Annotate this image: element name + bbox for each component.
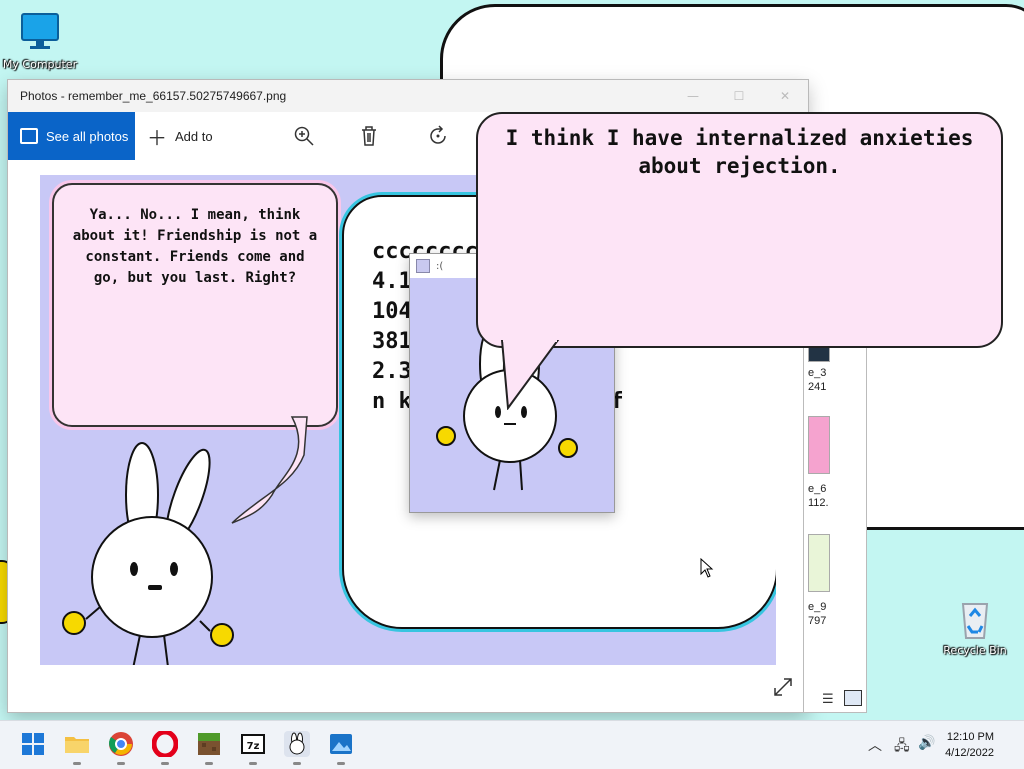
monitor-icon <box>21 13 59 49</box>
rejection-speech-text: I think I have internalized anxieties ab… <box>505 126 974 178</box>
see-all-photos-label: See all photos <box>46 128 129 144</box>
left-speech-bubble: Ya... No... I mean, think about it! Frie… <box>52 183 338 427</box>
maximize-icon[interactable]: ☐ <box>716 89 762 103</box>
rejection-speech-bubble: I think I have internalized anxieties ab… <box>476 112 1003 348</box>
title-bar[interactable]: Photos - remember_me_66157.50275749667.p… <box>8 80 808 112</box>
clock-time: 12:10 PM <box>946 731 994 743</box>
recycle-bin-icon <box>961 603 989 639</box>
file-explorer-window[interactable]: e_3 241 e_6 112. e_9 797 ☰ <box>804 344 866 712</box>
rotate-button[interactable] <box>427 125 449 147</box>
taskbar-opera[interactable] <box>151 729 179 765</box>
photo-gallery-icon <box>20 128 38 144</box>
desktop-icon-recycle-bin[interactable]: Recycle Bin <box>933 596 1017 657</box>
desktop-icon-label: Recycle Bin <box>943 644 1007 657</box>
window-title: Photos - remember_me_66157.50275749667.p… <box>20 89 287 103</box>
minecraft-icon <box>198 733 220 755</box>
desktop-icon-my-computer[interactable]: My Computer <box>0 10 82 71</box>
rotate-icon <box>429 125 446 144</box>
taskbar-photos[interactable] <box>328 731 354 765</box>
file-thumbnail[interactable] <box>808 416 830 474</box>
7zip-icon: 7z <box>241 734 265 754</box>
taskbar-chrome[interactable] <box>108 731 134 765</box>
network-icon[interactable]: 🖧 <box>894 735 910 759</box>
bunny-character <box>62 442 234 665</box>
delete-button[interactable] <box>359 125 379 147</box>
taskbar-7zip[interactable]: 7z <box>240 731 266 765</box>
file-label[interactable]: e_3 241 <box>808 366 826 394</box>
desktop-icon-label: My Computer <box>2 58 78 71</box>
trash-icon <box>361 126 376 146</box>
svg-text:7z: 7z <box>247 741 260 752</box>
file-label[interactable]: e_6 112. <box>808 482 829 510</box>
file-thumbnail[interactable] <box>808 534 830 592</box>
taskbar-minecraft[interactable] <box>196 731 222 765</box>
taskbar: 7z ︿ 🖧 🔊 12:10 PM 4/12/2022 <box>0 720 1024 769</box>
mini-window-title: :( <box>436 260 444 272</box>
bunny-app-icon <box>289 732 305 755</box>
start-button[interactable] <box>20 731 46 757</box>
system-clock[interactable]: 12:10 PM 4/12/2022 <box>945 729 994 761</box>
show-hidden-icons-icon[interactable]: ︿ <box>868 735 882 755</box>
close-icon[interactable]: ✕ <box>762 89 808 103</box>
zoom-in-icon <box>294 126 314 146</box>
expand-icon <box>774 678 792 696</box>
plus-icon: ＋ <box>147 127 167 150</box>
left-speech-text: Ya... No... I mean, think about it! Frie… <box>72 207 318 286</box>
folder-icon <box>65 737 89 753</box>
volume-icon[interactable]: 🔊 <box>918 735 935 751</box>
file-label[interactable]: e_9 797 <box>808 600 826 628</box>
bunny-app-icon <box>416 259 430 273</box>
zoom-button[interactable] <box>293 125 315 147</box>
see-all-photos-button[interactable]: See all photos <box>8 112 135 160</box>
add-to-button[interactable]: ＋ Add to <box>147 122 213 151</box>
windows-logo-icon <box>22 733 44 755</box>
taskbar-bunny-app[interactable] <box>284 731 310 765</box>
chrome-icon <box>109 732 133 756</box>
minimize-icon[interactable]: — <box>670 89 716 103</box>
add-to-label: Add to <box>175 128 213 144</box>
taskbar-file-explorer[interactable] <box>64 731 90 765</box>
opera-icon <box>151 729 179 759</box>
mouse-cursor-icon <box>700 558 714 578</box>
details-view-icon[interactable]: ☰ <box>822 692 834 707</box>
speech-tail <box>500 340 560 410</box>
expand-button[interactable] <box>772 676 794 702</box>
photos-icon <box>330 734 352 754</box>
clock-date: 4/12/2022 <box>945 747 994 759</box>
tiles-view-icon[interactable] <box>844 690 862 706</box>
